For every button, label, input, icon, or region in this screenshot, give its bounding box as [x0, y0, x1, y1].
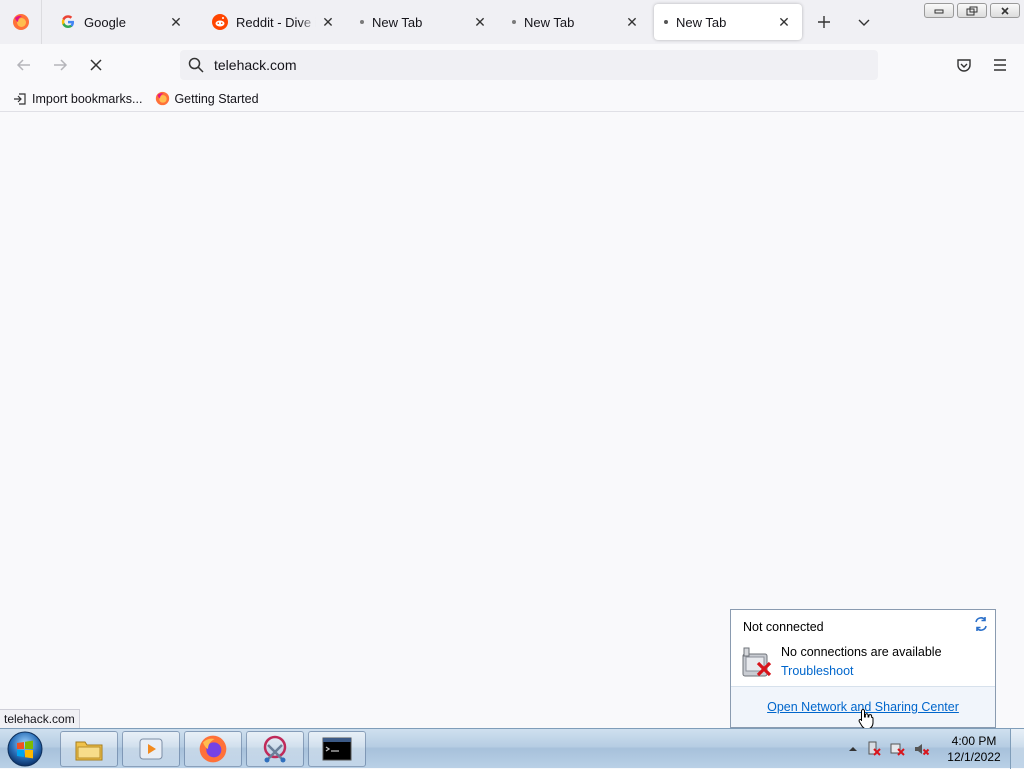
url-bar[interactable] — [180, 50, 878, 80]
file-explorer-icon — [75, 741, 103, 761]
loading-dot-icon — [360, 20, 364, 24]
loading-dot-icon — [664, 20, 668, 24]
pocket-button[interactable] — [950, 51, 978, 79]
status-bar-url: telehack.com — [0, 709, 80, 728]
close-tab-icon[interactable]: ✕ — [168, 14, 184, 30]
loading-dot-icon — [512, 20, 516, 24]
system-clock[interactable]: 4:00 PM 12/1/2022 — [944, 733, 1004, 765]
show-hidden-icons-icon[interactable] — [845, 741, 861, 757]
refresh-icon[interactable] — [973, 616, 989, 632]
tab-new-tab-2[interactable]: New Tab ✕ — [502, 4, 650, 40]
firefox-icon — [154, 91, 170, 107]
reddit-icon — [212, 14, 228, 30]
close-tab-icon[interactable]: ✕ — [624, 14, 640, 30]
taskbar-file-explorer[interactable] — [60, 731, 118, 767]
bookmark-label: Getting Started — [174, 91, 259, 106]
tab-new-tab-active[interactable]: New Tab ✕ — [654, 4, 802, 40]
taskbar-firefox[interactable] — [184, 731, 242, 767]
close-tab-icon[interactable]: ✕ — [472, 14, 488, 30]
close-icon — [1001, 6, 1009, 15]
windows-start-orb-icon — [7, 731, 43, 767]
pocket-icon — [957, 59, 971, 72]
bookmarks-toolbar: Import bookmarks... Getting Started — [0, 86, 1024, 112]
show-desktop-button[interactable] — [1010, 729, 1024, 769]
hamburger-menu-icon — [994, 59, 1006, 71]
command-prompt-icon — [322, 737, 352, 761]
app-menu-button[interactable] — [986, 51, 1014, 79]
restore-icon — [966, 6, 978, 15]
window-controls — [924, 3, 1020, 18]
url-input[interactable] — [214, 57, 814, 73]
tab-title: Reddit - Dive into anything — [236, 14, 316, 30]
taskbar-command-prompt[interactable] — [308, 731, 366, 767]
tab-strip: Google ✕ Reddit - Dive into anything ✕ N… — [0, 0, 1024, 44]
forward-arrow-icon — [54, 59, 68, 71]
tab-google[interactable]: Google ✕ — [46, 4, 194, 40]
search-icon — [188, 57, 204, 73]
action-center-icon[interactable] — [866, 741, 882, 757]
taskbar-media-player[interactable] — [122, 731, 180, 767]
close-window-button[interactable] — [990, 3, 1020, 18]
minimize-button[interactable] — [924, 3, 954, 18]
tab-new-tab-1[interactable]: New Tab ✕ — [350, 4, 498, 40]
bookmark-import[interactable]: Import bookmarks... — [12, 91, 142, 107]
firefox-icon — [199, 735, 227, 763]
windows-taskbar: 4:00 PM 12/1/2022 — [0, 728, 1024, 769]
new-tab-button[interactable] — [810, 8, 838, 36]
plus-icon — [818, 16, 830, 28]
connection-message: No connections are available — [781, 645, 942, 659]
forward-button[interactable] — [46, 51, 74, 79]
bookmark-getting-started[interactable]: Getting Started — [154, 91, 259, 107]
network-disconnected-icon — [742, 647, 772, 677]
tab-title: New Tab — [676, 14, 727, 30]
firefox-view-button[interactable] — [0, 0, 42, 44]
import-icon — [12, 91, 28, 107]
back-arrow-icon — [16, 59, 30, 71]
close-tab-icon[interactable]: ✕ — [320, 14, 336, 30]
tab-reddit[interactable]: Reddit - Dive into anything ✕ — [198, 4, 346, 40]
stop-button[interactable] — [82, 51, 110, 79]
navigation-toolbar — [0, 44, 1024, 86]
close-tab-icon[interactable]: ✕ — [776, 14, 792, 30]
volume-muted-icon[interactable] — [914, 741, 930, 757]
stop-icon — [90, 59, 102, 71]
list-all-tabs-button[interactable] — [850, 8, 878, 36]
bookmark-label: Import bookmarks... — [32, 91, 143, 106]
back-button[interactable] — [10, 51, 38, 79]
popup-title: Not connected — [743, 620, 824, 634]
minimize-icon — [934, 9, 944, 13]
taskbar-snipping-tool[interactable] — [246, 731, 304, 767]
tab-title: New Tab — [372, 14, 423, 30]
restore-button[interactable] — [957, 3, 987, 18]
troubleshoot-link[interactable]: Troubleshoot — [781, 664, 854, 678]
snipping-tool-icon — [263, 735, 287, 763]
hand-cursor-icon — [858, 708, 874, 730]
google-icon — [60, 14, 76, 30]
chevron-down-icon — [858, 19, 870, 26]
clock-time: 4:00 PM — [951, 734, 997, 748]
network-status-icon[interactable] — [890, 741, 906, 757]
tab-title: New Tab — [524, 14, 575, 30]
clock-date: 12/1/2022 — [947, 750, 1001, 764]
tab-title: Google — [84, 14, 126, 30]
media-player-icon — [139, 738, 163, 760]
firefox-icon — [12, 14, 29, 30]
start-button[interactable] — [5, 730, 45, 768]
